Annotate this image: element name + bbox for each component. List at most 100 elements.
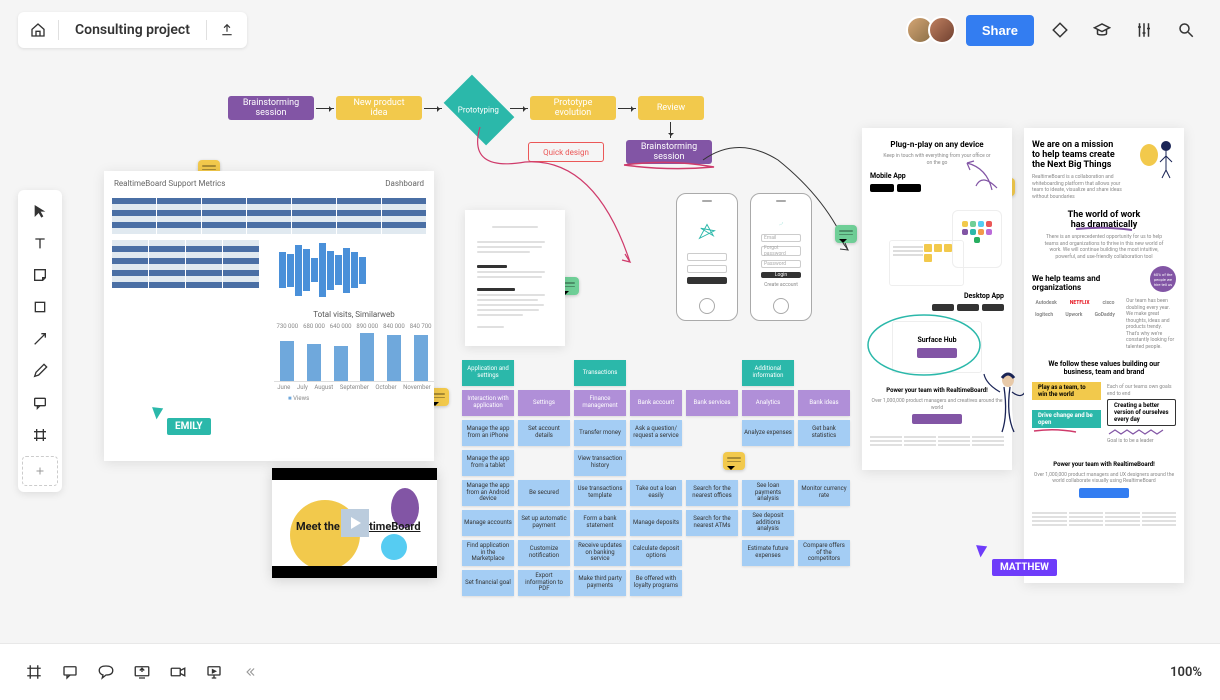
bottom-tools [18,656,266,688]
value-tag: Creating a better version of ourselves e… [1107,399,1176,426]
sticky-note[interactable]: Analyze expenses [742,420,794,446]
sticky-note[interactable]: Search for the nearest ATMs [686,510,738,536]
project-header: Consulting project [18,12,247,48]
sticky-note[interactable]: Compare offers of the competitors [798,540,850,566]
project-title[interactable]: Consulting project [63,22,202,38]
sticky-note[interactable]: Finance management [574,390,626,416]
tag-button[interactable] [1044,14,1076,46]
sticky-note[interactable]: Set account details [518,420,570,446]
comment-bubble[interactable] [835,225,857,243]
flow-node-review[interactable]: Review [638,96,704,120]
flow-arrow [670,122,671,138]
web-text: Each of our teams own goals end to end [1107,384,1176,397]
web-heading: We help teams and organizations [1032,274,1118,292]
sticky-note[interactable]: Transactions [574,360,626,386]
home-icon [30,22,46,38]
video-thumbnail[interactable]: Meet the necaltimeBoard [272,468,437,578]
zoom-level[interactable]: 100% [1170,665,1202,680]
sticky-note[interactable]: Application and settings [462,360,514,386]
sticky-note[interactable]: Get bank statistics [798,420,850,446]
sticky-note[interactable]: Manage deposits [630,510,682,536]
website-mockup-mission[interactable]: We are on a mission to help teams create… [1024,128,1184,583]
sticky-note[interactable]: Receive updates on banking service [574,540,626,566]
sticky-note[interactable]: Additional information [742,360,794,386]
presentation-icon [205,663,223,681]
collaborator-avatars[interactable] [912,16,956,44]
flow-node-idea[interactable]: New product idea [336,96,422,120]
sticky-grid[interactable]: Application and settings Transactions Addi… [462,360,850,596]
document-card[interactable] [465,210,565,346]
sticky-note [518,360,570,386]
video-button[interactable] [162,656,194,688]
chat-icon [97,663,115,681]
web-text: Over 1,000,000 product managers and UX d… [1032,472,1176,485]
sticky-note[interactable]: Search for the nearest offices [686,480,738,506]
share-button[interactable]: Share [966,15,1034,46]
phone-mockup-right[interactable]: Email Forgot password Password Login Cre… [750,193,812,321]
sticky-note[interactable]: Settings [518,390,570,416]
sticky-note[interactable]: Take out a loan easily [630,480,682,506]
search-button[interactable] [1170,14,1202,46]
sticky-note[interactable]: Bank account [630,390,682,416]
zigzag-sketch-icon [1107,428,1167,436]
sticky-note[interactable]: Manage accounts [462,510,514,536]
export-button[interactable] [211,14,243,46]
screen-share-button[interactable] [126,656,158,688]
sticky-note[interactable]: Transfer money [574,420,626,446]
sticky-note[interactable]: See loan payments analysis [742,480,794,506]
sticky-note [686,420,738,446]
sticky-note[interactable]: Find application in the Marketplace [462,540,514,566]
sticky-note[interactable]: Be offered with loyalty programs [630,570,682,596]
value-tag: Play as a team, to win the world [1032,382,1101,400]
sticky-note[interactable]: Monitor currency rate [798,480,850,506]
flow-node-brainstorming[interactable]: Brainstorming session [228,96,314,120]
sticky-note [798,450,850,476]
website-mockup-apps[interactable]: Plug-n-play on any device Keep in touch … [862,128,1012,470]
collapse-button[interactable] [234,656,266,688]
comments-panel-button[interactable] [54,656,86,688]
settings-button[interactable] [1128,14,1160,46]
sticky-note[interactable]: Estimate future expenses [742,540,794,566]
sticky-note[interactable]: Manage the app from an Android device [462,480,514,506]
avatar[interactable] [928,16,956,44]
chart-scribble-icon [763,222,799,226]
frames-panel-button[interactable] [18,656,50,688]
present-button[interactable] [198,656,230,688]
phone-mockup-left[interactable] [676,193,738,321]
visits-chart: Total visits, Similarweb 730 000680 0006… [264,304,444,408]
sticky-note[interactable]: Set up automatic payment [518,510,570,536]
sticky-note[interactable]: View transaction history [574,450,626,476]
web-text: RealtimeBoard is a collaboration and whi… [1032,174,1122,200]
sticky-note[interactable]: Manage the app from a tablet [462,450,514,476]
comment-icon [61,663,79,681]
sticky-note[interactable]: Calculate deposit options [630,540,682,566]
top-right-controls: Share [912,14,1202,46]
academy-button[interactable] [1086,14,1118,46]
sticky-note[interactable]: Be secured [518,480,570,506]
divider [206,20,207,40]
sticky-note[interactable]: Analytics [742,390,794,416]
sticky-note[interactable]: Bank ideas [798,390,850,416]
canvas[interactable]: Brainstorming session New product idea P… [0,60,1220,644]
chart-legend: Views [288,395,434,402]
flow-arrow [510,108,528,109]
sticky-note[interactable]: Export information to PDF [518,570,570,596]
sticky-note[interactable]: Make third party payments [574,570,626,596]
sticky-note[interactable]: Use transactions template [574,480,626,506]
home-button[interactable] [22,14,54,46]
tag-icon [1051,21,1069,39]
chat-button[interactable] [90,656,122,688]
sticky-note[interactable]: Ask a question/ request a service [630,420,682,446]
phone-login-button: Login [761,272,801,278]
sticky-note[interactable]: See deposit additions analysis [742,510,794,536]
sticky-note[interactable]: Manage the app from an iPhone [462,420,514,446]
sticky-note[interactable]: Form a bank statement [574,510,626,536]
flow-node-evolution[interactable]: Prototype evolution [530,96,616,120]
play-icon[interactable] [341,509,369,537]
dashboard-card[interactable]: RealtimeBoard Support Metrics Dashboard [104,171,434,461]
sticky-note [686,360,738,386]
sticky-note[interactable]: Interaction with application [462,390,514,416]
sticky-note[interactable]: Bank services [686,390,738,416]
sticky-note[interactable]: Customize notification [518,540,570,566]
sticky-note[interactable]: Set financial goal [462,570,514,596]
